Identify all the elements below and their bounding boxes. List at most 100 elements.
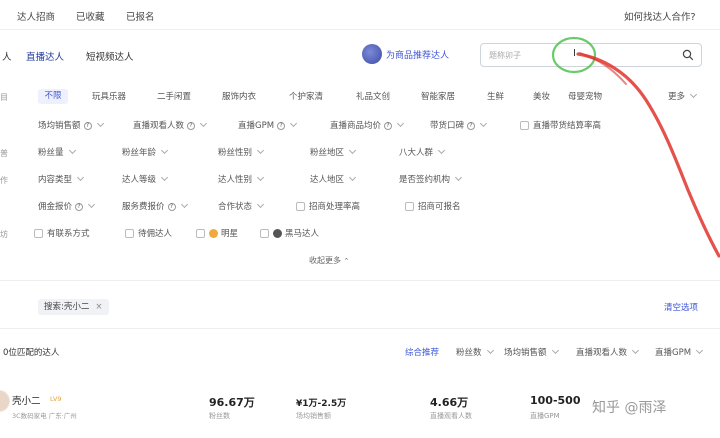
- chevron-down-icon: [348, 173, 357, 182]
- chevron-down-icon: [689, 90, 698, 99]
- chevron-down-icon: [160, 173, 169, 182]
- category-item[interactable]: 智能家居: [421, 90, 455, 102]
- chevron-down-icon: [180, 200, 188, 209]
- creator-name[interactable]: 壳小二: [12, 393, 41, 407]
- tab-short-video-creators[interactable]: 短视频达人: [86, 49, 134, 63]
- divider: [0, 328, 720, 329]
- filter-service-fee[interactable]: 服务费报价?: [122, 200, 188, 212]
- filter-fans[interactable]: 粉丝量: [38, 146, 76, 158]
- filter-high-settlement[interactable]: 直播带货结算率高: [520, 119, 601, 131]
- category-item[interactable]: 美妆: [533, 90, 550, 102]
- checkbox[interactable]: [34, 229, 43, 238]
- stat-sales-label: 场均销售额: [296, 412, 331, 420]
- filter-live-gpm[interactable]: 直播GPM?: [238, 119, 298, 131]
- level-badge: LV9: [50, 395, 62, 403]
- category-item[interactable]: 服饰内衣: [222, 90, 256, 102]
- filter-fan-region[interactable]: 粉丝地区: [310, 146, 357, 158]
- chevron-down-icon: [199, 119, 208, 128]
- collapse-more-button[interactable]: 收起更多 ⌃: [309, 255, 349, 266]
- filter-avg-price[interactable]: 直播商品均价?: [330, 119, 405, 131]
- checkbox[interactable]: [260, 229, 269, 238]
- chevron-down-icon: [76, 173, 85, 182]
- top-nav: 达人招商 已收藏 已报名 如何找达人合作?: [0, 0, 720, 30]
- category-item[interactable]: 生鲜: [487, 90, 504, 102]
- filter-celebrity[interactable]: 明星: [196, 227, 238, 239]
- row-marker: 作: [0, 176, 8, 185]
- tab-registered[interactable]: 已报名: [126, 9, 155, 23]
- chevron-down-icon: [256, 200, 265, 209]
- search-placeholder: 题称卯子: [489, 51, 521, 60]
- filter-agency[interactable]: 是否签约机构: [399, 173, 463, 185]
- filter-creator-gender[interactable]: 达人性别: [218, 173, 265, 185]
- chevron-down-icon: [696, 346, 704, 355]
- chevron-down-icon: [454, 173, 463, 182]
- search-icon[interactable]: [682, 49, 694, 61]
- chevron-down-icon: [68, 146, 76, 155]
- filter-avg-sales[interactable]: 场均销售额?: [38, 119, 104, 131]
- tab-live-creators[interactable]: 直播达人: [26, 49, 64, 63]
- chevron-down-icon: [437, 146, 446, 155]
- help-circle-icon: ?: [167, 202, 176, 211]
- chevron-down-icon: [396, 119, 405, 128]
- more-categories-button[interactable]: 更多: [668, 90, 698, 102]
- checkbox[interactable]: [296, 202, 305, 211]
- category-item[interactable]: 玩具乐器: [92, 90, 126, 102]
- text-cursor: I: [573, 48, 576, 59]
- filter-live-viewers[interactable]: 直播观看人数?: [133, 119, 208, 131]
- search-chip[interactable]: 搜索:壳小二 ×: [38, 299, 109, 315]
- recommend-for-product-button[interactable]: 为商品推荐达人: [362, 43, 468, 65]
- row-marker: 目: [0, 93, 8, 102]
- tab-favorites[interactable]: 已收藏: [76, 9, 105, 23]
- filter-commission[interactable]: 佣金报价?: [38, 200, 96, 212]
- filter-high-processing[interactable]: 招商处理率高: [296, 200, 360, 212]
- sort-live-viewers[interactable]: 直播观看人数: [576, 346, 640, 358]
- chevron-down-icon: [256, 146, 265, 155]
- checkbox[interactable]: [125, 229, 134, 238]
- row-marker: 普: [0, 149, 8, 158]
- sort-comprehensive[interactable]: 综合推荐: [405, 346, 439, 358]
- filter-has-contact[interactable]: 有联系方式: [34, 227, 90, 239]
- tab-talent-recruit[interactable]: 达人招商: [17, 9, 55, 23]
- category-item[interactable]: 二手闲置: [157, 90, 191, 102]
- filter-pending-commission[interactable]: 待佣达人: [125, 227, 172, 239]
- chevron-down-icon: [486, 346, 494, 355]
- help-link[interactable]: 如何找达人合作?: [624, 9, 696, 23]
- help-circle-icon: ?: [83, 121, 92, 130]
- clear-options-link[interactable]: 清空选项: [664, 301, 698, 313]
- category-item[interactable]: 母婴宠物: [568, 90, 602, 102]
- stat-fans-value: 96.67万: [209, 396, 255, 409]
- sort-live-gpm[interactable]: 直播GPM: [655, 346, 704, 358]
- checkbox[interactable]: [405, 202, 414, 211]
- checkbox[interactable]: [196, 229, 205, 238]
- sort-fans[interactable]: 粉丝数: [456, 346, 494, 358]
- avatar[interactable]: [0, 390, 10, 412]
- filter-creator-level[interactable]: 达人等级: [122, 173, 169, 185]
- sort-avg-sales[interactable]: 场均销售额: [504, 346, 559, 358]
- filter-creator-region[interactable]: 达人地区: [310, 173, 357, 185]
- close-icon[interactable]: ×: [95, 302, 102, 312]
- filter-coop-status[interactable]: 合作状态: [218, 200, 265, 212]
- category-item[interactable]: 个护家清: [289, 90, 323, 102]
- chevron-down-icon: [290, 119, 298, 128]
- chevron-down-icon: [551, 346, 559, 355]
- filter-can-register[interactable]: 招商可报名: [405, 200, 461, 212]
- stat-gpm-label: 直播GPM: [530, 412, 560, 420]
- filter-fan-gender[interactable]: 粉丝性别: [218, 146, 265, 158]
- watermark: 知乎 @雨泽: [592, 400, 667, 416]
- filter-audience[interactable]: 八大人群: [399, 146, 446, 158]
- help-circle-icon: ?: [75, 202, 84, 211]
- chevron-down-icon: [96, 119, 104, 128]
- help-circle-icon: ?: [467, 121, 476, 130]
- stat-viewers-value: 4.66万: [430, 396, 469, 409]
- filter-content-type[interactable]: 内容类型: [38, 173, 85, 185]
- filter-dark-horse[interactable]: 黑马达人: [260, 227, 319, 239]
- more-label: 更多: [668, 92, 686, 102]
- recommend-icon: [362, 44, 382, 64]
- checkbox[interactable]: [520, 121, 529, 130]
- category-unlimited[interactable]: 不限: [38, 89, 68, 104]
- search-input[interactable]: 题称卯子 I: [480, 43, 702, 67]
- filter-reputation[interactable]: 带货口碑?: [430, 119, 488, 131]
- filter-fan-age[interactable]: 粉丝年龄: [122, 146, 169, 158]
- recommend-label: 为商品推荐达人: [386, 50, 450, 61]
- category-item[interactable]: 礼品文创: [356, 90, 390, 102]
